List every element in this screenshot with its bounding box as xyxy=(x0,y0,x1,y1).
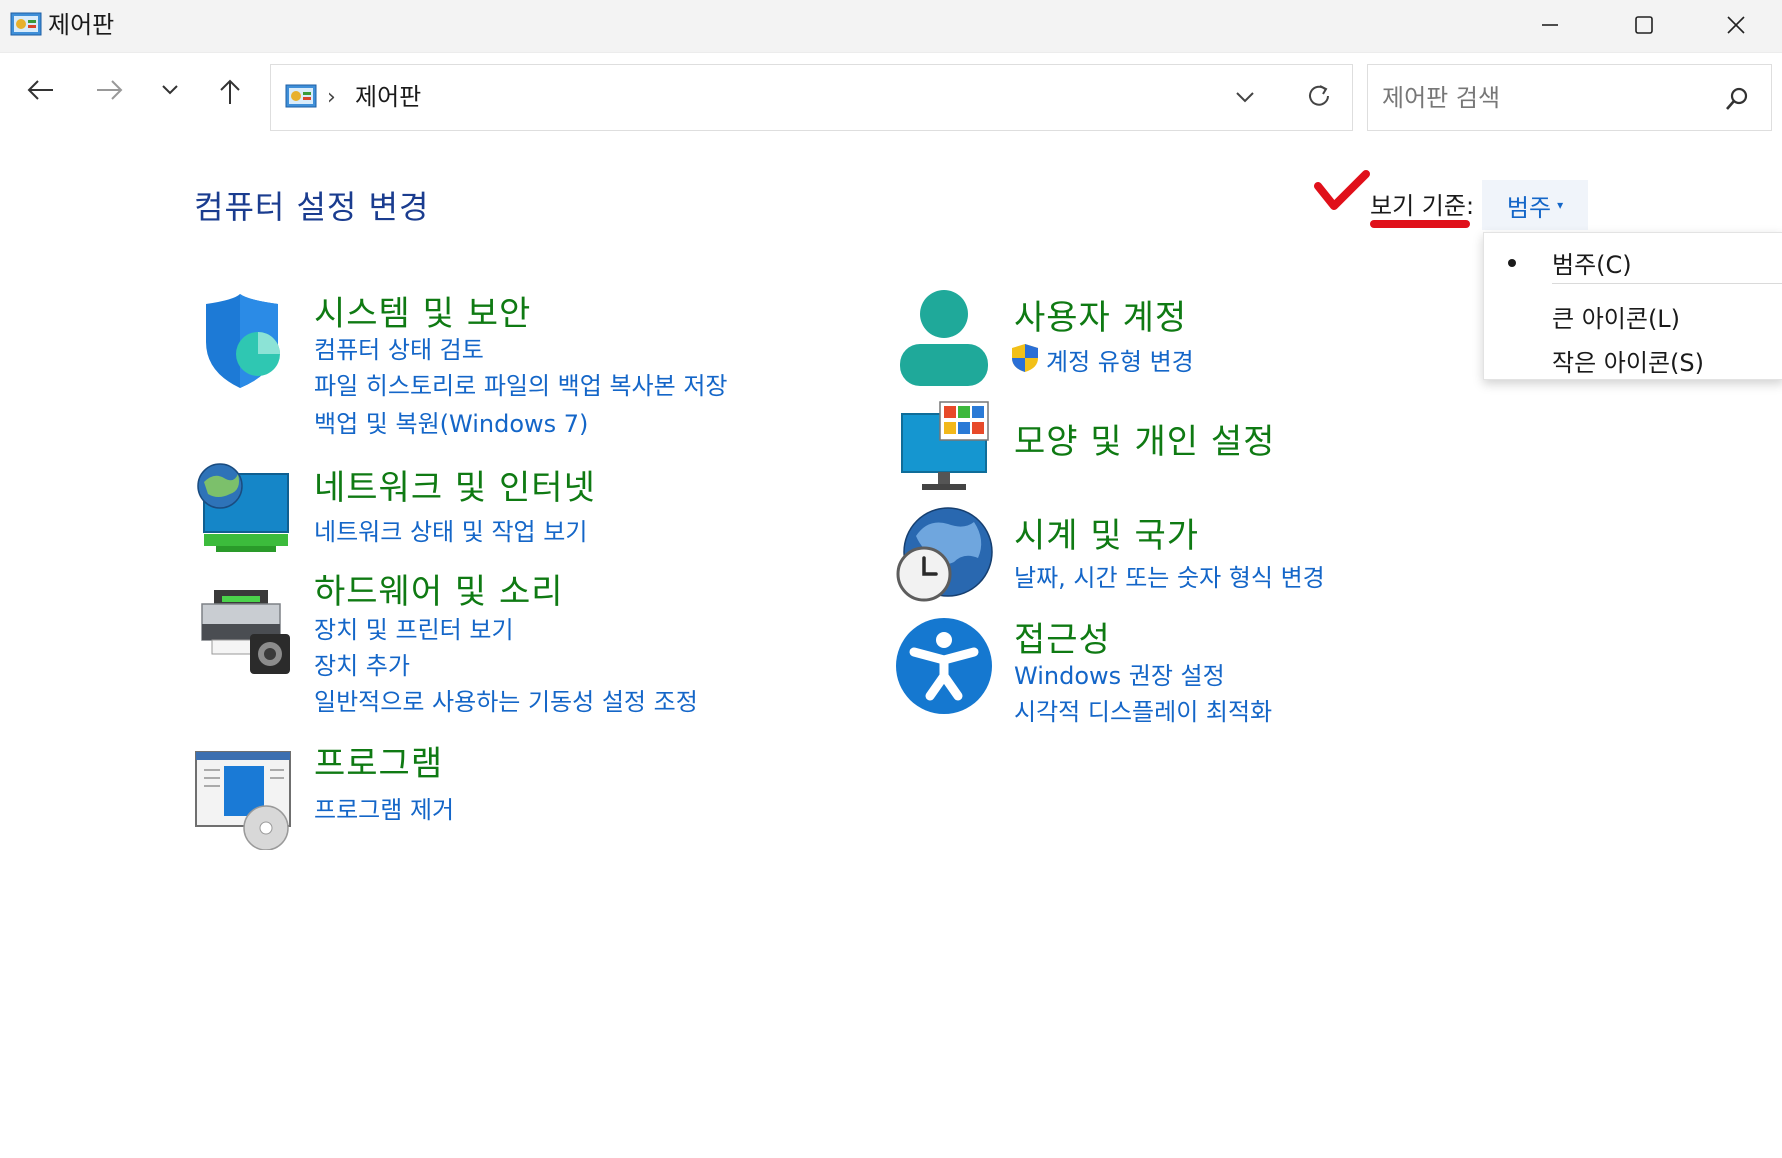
close-icon xyxy=(1727,16,1745,34)
user-account-icon[interactable] xyxy=(894,288,994,388)
menu-item-large-icons[interactable]: 큰 아이콘(L) xyxy=(1484,295,1782,337)
breadcrumb-chevron-icon: › xyxy=(327,85,336,110)
chevron-down-icon xyxy=(162,85,178,95)
accessibility-icon[interactable] xyxy=(894,616,994,716)
back-button[interactable] xyxy=(18,78,62,102)
breadcrumb-item[interactable]: 제어판 xyxy=(355,79,421,115)
page-title: 컴퓨터 설정 변경 xyxy=(194,188,430,226)
link-mobility-settings[interactable]: 일반적으로 사용하는 기동성 설정 조정 xyxy=(314,682,698,717)
category-network-internet[interactable]: 네트워크 및 인터넷 xyxy=(314,460,596,509)
printer-icon[interactable] xyxy=(194,584,294,684)
arrow-left-icon xyxy=(27,80,53,100)
maximize-icon xyxy=(1635,16,1653,34)
recent-locations-button[interactable] xyxy=(148,78,192,102)
category-accessibility[interactable]: 접근성 xyxy=(1014,612,1111,661)
close-button[interactable] xyxy=(1690,0,1782,50)
view-by-menu: 범주(C) 큰 아이콘(L) 작은 아이콘(S) xyxy=(1483,232,1782,380)
link-date-time-format[interactable]: 날짜, 시간 또는 숫자 형식 변경 xyxy=(1014,558,1325,593)
up-button[interactable] xyxy=(208,78,252,106)
menu-item-small-icons[interactable]: 작은 아이콘(S) xyxy=(1484,339,1782,381)
menu-item-label: 작은 아이콘(S) xyxy=(1552,349,1704,377)
refresh-icon xyxy=(1309,85,1329,106)
category-user-accounts[interactable]: 사용자 계정 xyxy=(1014,290,1187,339)
appearance-monitor-icon[interactable] xyxy=(894,400,994,500)
shield-icon[interactable] xyxy=(194,292,294,392)
view-by-value: 범주 xyxy=(1506,193,1552,222)
view-by-label: 보기 기준: xyxy=(1370,192,1475,220)
address-history-dropdown[interactable] xyxy=(1233,85,1257,113)
window-title: 제어판 xyxy=(48,11,115,39)
chevron-down-icon xyxy=(1236,92,1254,103)
menu-item-label: 범주(C) xyxy=(1552,251,1632,279)
link-review-computer-status[interactable]: 컴퓨터 상태 검토 xyxy=(314,330,484,365)
uac-shield-icon xyxy=(1012,344,1038,372)
control-panel-icon xyxy=(10,12,42,36)
title-bar: 제어판 xyxy=(0,0,1782,53)
menu-separator xyxy=(1552,283,1782,284)
network-globe-icon[interactable] xyxy=(194,460,294,560)
maximize-button[interactable] xyxy=(1598,0,1690,50)
link-windows-recommended-settings[interactable]: Windows 권장 설정 xyxy=(1014,656,1225,691)
programs-disc-icon[interactable] xyxy=(194,750,294,850)
category-hardware-sound[interactable]: 하드웨어 및 소리 xyxy=(314,564,564,613)
link-change-account-type[interactable]: 계정 유형 변경 xyxy=(1046,342,1194,377)
link-optimize-visual-display[interactable]: 시각적 디스플레이 최적화 xyxy=(1014,692,1272,727)
forward-button[interactable] xyxy=(88,78,132,102)
selected-bullet-icon xyxy=(1508,259,1516,267)
red-check-annotation-icon xyxy=(1314,170,1370,210)
link-devices-printers[interactable]: 장치 및 프린터 보기 xyxy=(314,610,514,645)
link-network-status[interactable]: 네트워크 상태 및 작업 보기 xyxy=(314,512,587,547)
link-backup-restore[interactable]: 백업 및 복원(Windows 7) xyxy=(314,404,588,439)
search-icon[interactable] xyxy=(1723,85,1751,113)
refresh-button[interactable] xyxy=(1305,82,1333,114)
category-clock-region[interactable]: 시계 및 국가 xyxy=(1014,508,1199,557)
category-programs[interactable]: 프로그램 xyxy=(314,736,443,785)
link-uninstall-program[interactable]: 프로그램 제거 xyxy=(314,790,454,825)
link-add-device[interactable]: 장치 추가 xyxy=(314,646,410,681)
view-by-dropdown[interactable]: 범주 ▾ xyxy=(1482,180,1588,230)
arrow-up-icon xyxy=(220,79,240,104)
search-input[interactable] xyxy=(1380,77,1714,119)
search-box[interactable] xyxy=(1367,64,1772,131)
category-system-security[interactable]: 시스템 및 보안 xyxy=(314,286,531,335)
clock-globe-icon[interactable] xyxy=(894,506,994,606)
menu-item-category[interactable]: 범주(C) xyxy=(1484,241,1782,283)
minimize-button[interactable] xyxy=(1504,0,1596,50)
caret-down-icon: ▾ xyxy=(1557,198,1564,212)
arrow-right-icon xyxy=(97,80,123,100)
control-panel-icon xyxy=(285,84,317,108)
minimize-icon xyxy=(1542,24,1558,26)
red-underline-annotation xyxy=(1370,220,1470,228)
link-file-history-backup[interactable]: 파일 히스토리로 파일의 백업 복사본 저장 xyxy=(314,366,728,401)
menu-item-label: 큰 아이콘(L) xyxy=(1552,305,1681,333)
address-bar[interactable]: › 제어판 xyxy=(270,64,1353,131)
category-appearance-personalization[interactable]: 모양 및 개인 설정 xyxy=(1014,414,1275,463)
